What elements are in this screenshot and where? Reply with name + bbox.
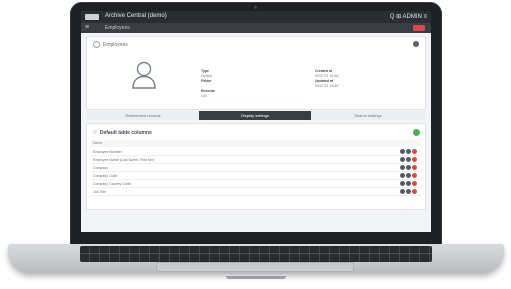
camera [254, 6, 257, 9]
remove-icon[interactable] [412, 149, 417, 154]
app-logo [85, 14, 99, 20]
delete-button[interactable] [413, 25, 425, 31]
app-title: Archive Central (demo) [105, 13, 167, 19]
field-records: Records 100 [201, 89, 216, 98]
move-up-icon[interactable] [400, 189, 405, 194]
card-title: Employees [103, 41, 128, 48]
remove-icon[interactable] [412, 165, 417, 170]
move-down-icon[interactable] [406, 181, 411, 186]
move-up-icon[interactable] [400, 165, 405, 170]
remove-icon[interactable] [412, 157, 417, 162]
move-up-icon[interactable] [400, 173, 405, 178]
field-folder: Folder - [201, 79, 212, 88]
move-down-icon[interactable] [406, 149, 411, 154]
row-label: Employee Name (Last Name, First Nm) [93, 158, 155, 162]
top-bar-controls[interactable]: Q ⊞ ADMIN ≡ [390, 13, 427, 20]
row-label: Company Country Code [93, 182, 131, 186]
column-header-name: Name [91, 140, 421, 147]
tab-referenced-records[interactable]: Referenced records [87, 111, 199, 120]
top-bar: Archive Central (demo) Q ⊞ ADMIN ≡ [81, 11, 431, 23]
move-up-icon[interactable] [400, 149, 405, 154]
tab-search-settings[interactable]: Search settings [311, 111, 425, 120]
screen: Archive Central (demo) Q ⊞ ADMIN ≡ ≡ Emp… [81, 11, 431, 232]
row-label: Company Code [93, 174, 118, 178]
record-card: Employees Type Default Folder - Records 100… [87, 37, 425, 109]
move-down-icon[interactable] [406, 173, 411, 178]
move-down-icon[interactable] [406, 189, 411, 194]
remove-icon[interactable] [412, 173, 417, 178]
laptop-notch [226, 276, 286, 279]
filter-icon: ▽ [93, 130, 97, 136]
row-label: Employee Number [93, 150, 122, 154]
move-up-icon[interactable] [400, 181, 405, 186]
move-up-icon[interactable] [400, 157, 405, 162]
columns-panel: ▽ Default table columns Name Employee Num… [87, 124, 425, 209]
remove-icon[interactable] [412, 181, 417, 186]
tab-display-settings[interactable]: Display settings [199, 111, 311, 120]
panel-title: Default table columns [99, 130, 152, 136]
remove-icon[interactable] [412, 189, 417, 194]
field-created: Created at 09/07/21 16:46 [315, 69, 339, 78]
gear-icon[interactable] [413, 41, 419, 47]
table-row: Company Code [91, 172, 421, 180]
card-heading: Employees [93, 41, 128, 48]
trackpad [156, 262, 354, 272]
row-label: Job Title [93, 190, 107, 194]
breadcrumb[interactable]: Employees [105, 25, 130, 31]
sub-bar: ≡ Employees [81, 23, 431, 33]
tab-bar: Referenced records Display settings Sear… [87, 111, 425, 120]
table-row: Company Country Code [91, 180, 421, 188]
table-row: Employee Name (Last Name, First Nm) [91, 156, 421, 164]
user-avatar-icon [132, 61, 156, 89]
move-down-icon[interactable] [406, 165, 411, 170]
keyboard [80, 246, 432, 262]
panel-heading: ▽ Default table columns [93, 130, 152, 136]
folder-icon [93, 41, 100, 48]
menu-icon[interactable]: ≡ [85, 24, 89, 31]
field-type: Type Default [201, 69, 213, 78]
row-label: Company [93, 166, 108, 170]
table-row: Employee Number [91, 148, 421, 156]
add-icon[interactable] [413, 129, 420, 136]
move-down-icon[interactable] [406, 157, 411, 162]
field-updated: Updated at 09/07/21 16:46 [315, 79, 339, 88]
table-row: Company [91, 164, 421, 172]
table-row: Job Title [91, 188, 421, 196]
